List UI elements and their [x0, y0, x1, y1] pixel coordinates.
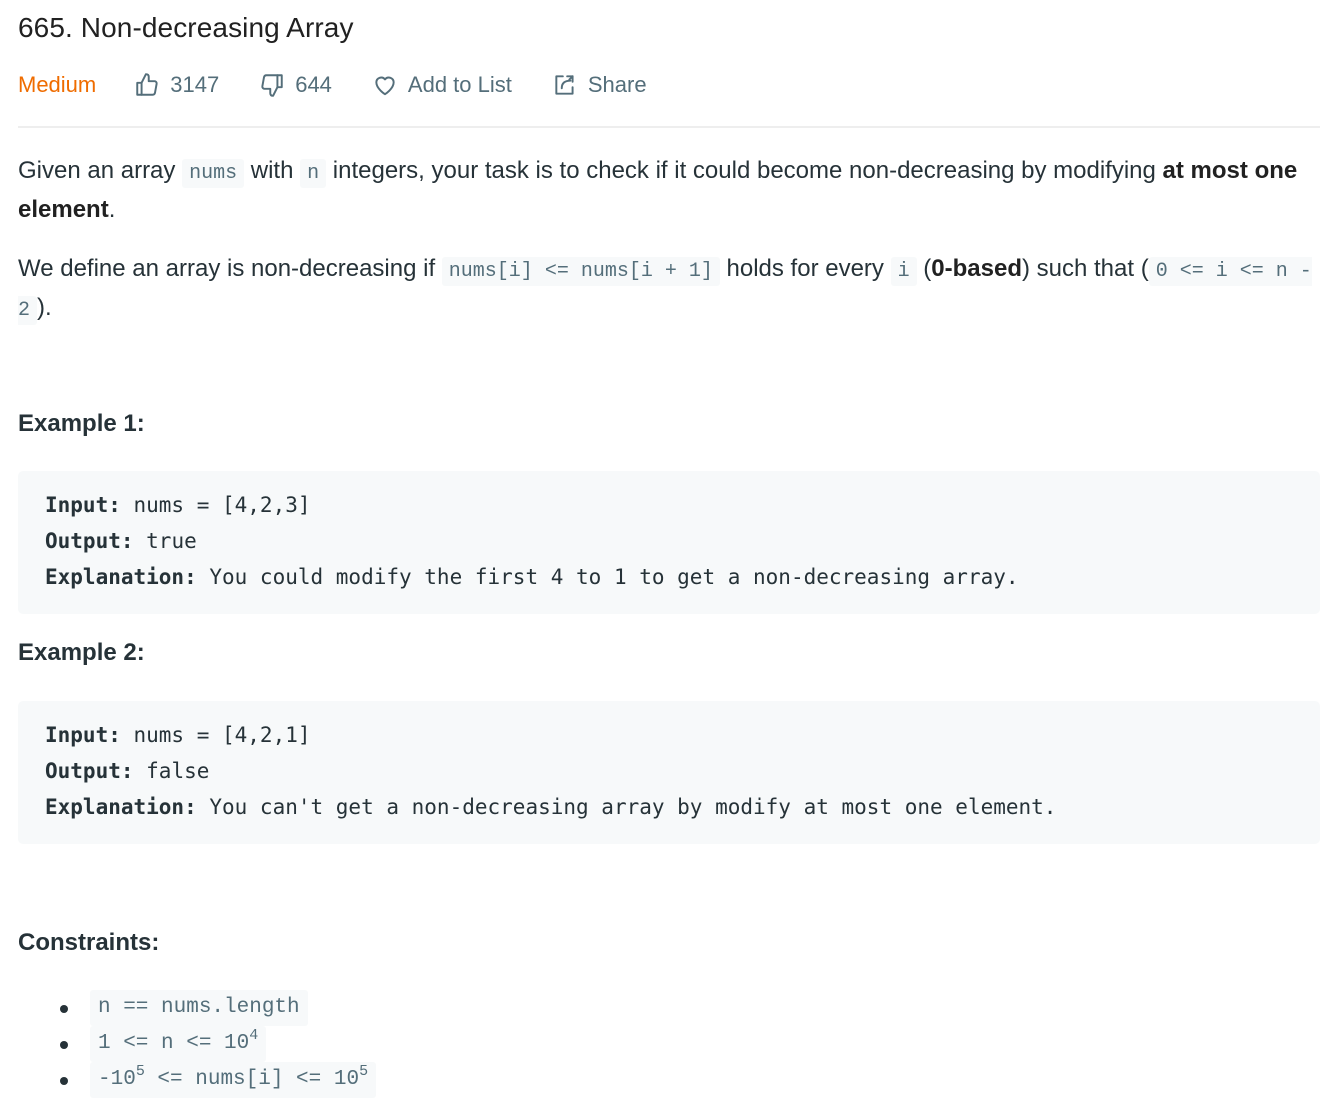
explanation-label: Explanation: — [45, 795, 197, 819]
share-icon — [555, 75, 574, 95]
constraint-code: 1 <= n <= 104 — [90, 1026, 267, 1062]
example-output-line: Output: true — [45, 523, 1293, 559]
output-value: false — [133, 759, 210, 783]
exponent: 5 — [359, 1063, 369, 1080]
text: integers, your task is to check if it co… — [326, 157, 1163, 184]
constraint-text: n == nums.length — [98, 996, 300, 1019]
thumbs-down-icon — [261, 74, 283, 97]
explanation-value: You can't get a non-decreasing array by … — [196, 795, 1057, 819]
thumbs-up-icon — [136, 73, 158, 96]
share-button[interactable]: Share — [552, 72, 647, 98]
input-value: nums = [4,2,3] — [120, 493, 311, 517]
inline-code: i — [890, 257, 917, 286]
inline-code: nums — [182, 159, 245, 188]
example-explanation-line: Explanation: You can't get a non-decreas… — [45, 789, 1293, 825]
input-label: Input: — [45, 493, 121, 517]
constraint-text: 1 <= n <= 10 — [98, 1032, 250, 1055]
constraint-item: n == nums.length — [18, 990, 376, 1026]
constraints-title: Constraints: — [18, 929, 160, 956]
input-value: nums = [4,2,1] — [120, 723, 311, 747]
output-value: true — [133, 529, 197, 553]
inline-code: n — [300, 159, 327, 188]
dislike-button[interactable]: 644 — [259, 72, 332, 98]
text: holds for every — [719, 255, 891, 282]
constraint-text: <= nums[i] <= 10 — [144, 1068, 360, 1091]
description-paragraph-2: We define an array is non-decreasing if … — [18, 251, 1322, 329]
difficulty-badge: Medium — [18, 72, 97, 97]
example-explanation-line: Explanation: You could modify the first … — [45, 559, 1293, 595]
text: Given an array — [18, 157, 183, 184]
bullet-icon — [60, 1077, 68, 1085]
text: with — [244, 157, 301, 184]
inline-code: nums[i] <= nums[i + 1] — [441, 257, 720, 286]
example-input-line: Input: nums = [4,2,3] — [45, 487, 1293, 523]
problem-title: 665. Non-decreasing Array — [18, 12, 354, 43]
text: We define an array is non-decreasing if — [18, 255, 442, 282]
constraint-code: -105 <= nums[i] <= 105 — [90, 1062, 377, 1098]
bold-text: 0-based — [931, 255, 1022, 282]
heart-icon — [375, 76, 395, 96]
share-label: Share — [587, 72, 647, 97]
add-to-list-label: Add to List — [407, 72, 512, 97]
text: ). — [37, 294, 52, 321]
constraint-item: -105 <= nums[i] <= 105 — [18, 1062, 377, 1098]
explanation-label: Explanation: — [45, 565, 197, 589]
text: . — [108, 196, 116, 223]
example-1-title: Example 1: — [18, 410, 145, 437]
constraint-code: n == nums.length — [90, 990, 308, 1026]
add-to-list-button[interactable]: Add to List — [372, 72, 512, 98]
constraint-text: -10 — [98, 1068, 136, 1091]
exponent: 4 — [249, 1027, 259, 1044]
header-divider — [18, 126, 1320, 128]
text: ( — [916, 255, 932, 282]
exponent: 5 — [135, 1063, 145, 1080]
bullet-icon — [60, 1041, 68, 1049]
example-input-line: Input: nums = [4,2,1] — [45, 717, 1293, 753]
text: ) such that ( — [1021, 255, 1149, 282]
constraints-list: n == nums.length 1 <= n <= 104 -105 <= n… — [18, 990, 377, 1098]
example-output-line: Output: false — [45, 753, 1293, 789]
constraint-item: 1 <= n <= 104 — [18, 1026, 376, 1062]
output-label: Output: — [45, 759, 134, 783]
example-2-code-block: Input: nums = [4,2,1] Output: false Expl… — [18, 701, 1320, 844]
explanation-value: You could modify the first 4 to 1 to get… — [196, 565, 1019, 589]
example-2-title: Example 2: — [18, 639, 145, 666]
description-paragraph-1: Given an array nums with n integers, you… — [18, 153, 1322, 228]
dislike-count: 644 — [295, 72, 332, 97]
example-1-code-block: Input: nums = [4,2,3] Output: true Expla… — [18, 471, 1320, 614]
problem-meta-bar: Medium 3147 644 Add to List Share — [18, 68, 687, 102]
like-button[interactable]: 3147 — [134, 72, 219, 98]
output-label: Output: — [45, 529, 134, 553]
bullet-icon — [60, 1005, 68, 1013]
input-label: Input: — [45, 723, 121, 747]
like-count: 3147 — [170, 72, 220, 97]
